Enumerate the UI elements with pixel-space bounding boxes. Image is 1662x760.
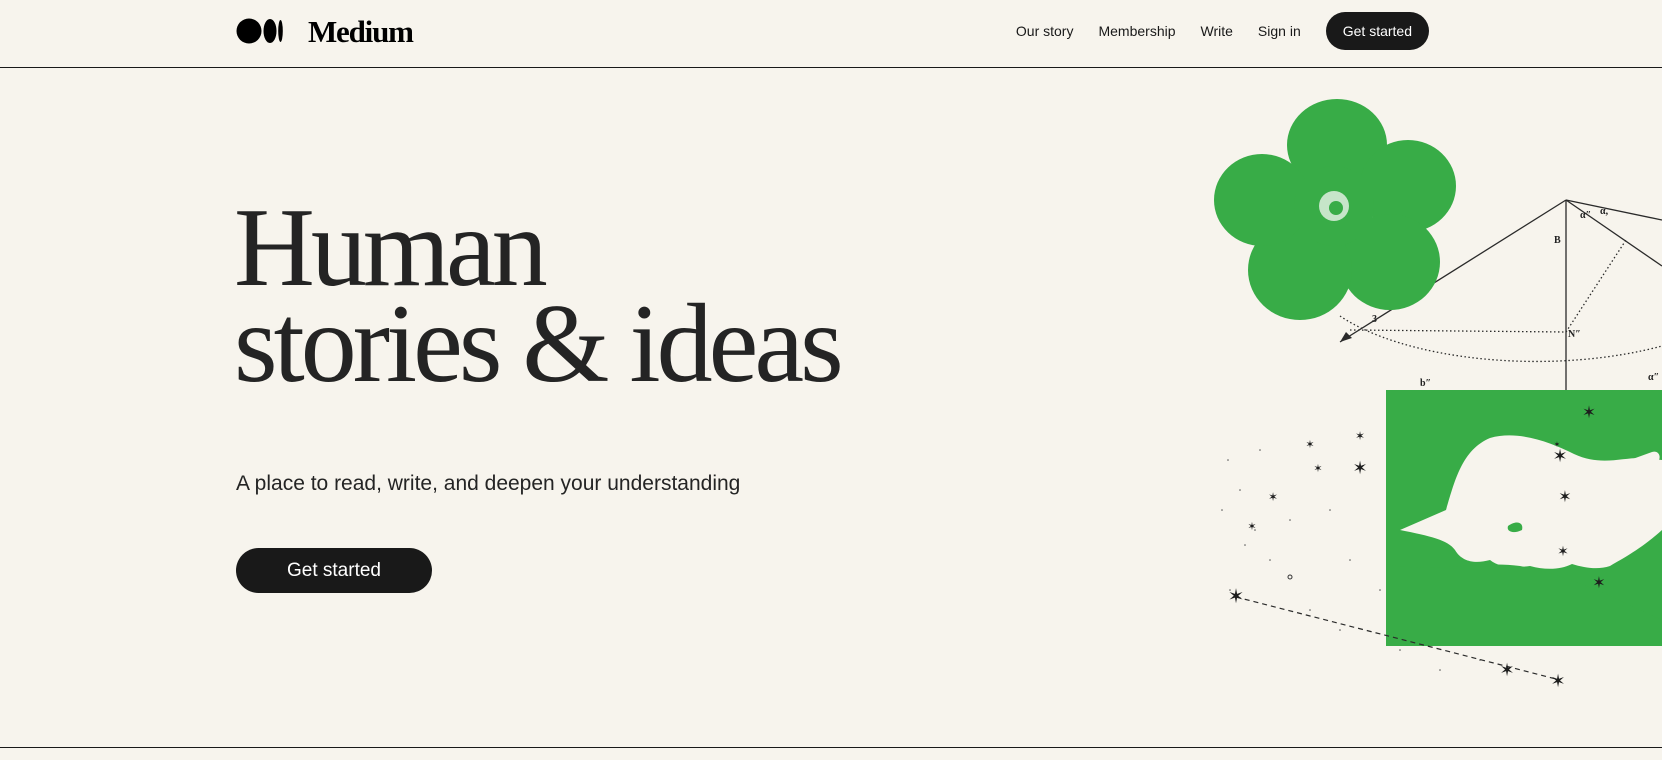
medium-wordmark: Medium: [308, 13, 414, 49]
svg-text:3: 3: [1372, 314, 1377, 325]
svg-text:b″: b″: [1420, 378, 1431, 389]
bottom-divider: [0, 747, 1662, 748]
svg-text:✶: ✶: [1554, 440, 1561, 449]
nav-link-write[interactable]: Write: [1201, 23, 1233, 39]
svg-text:✶: ✶: [1499, 660, 1514, 681]
svg-text:✶: ✶: [1557, 544, 1569, 560]
svg-text:✶: ✶: [1582, 403, 1596, 423]
svg-text:N″: N″: [1568, 329, 1581, 340]
svg-text:✶: ✶: [1550, 671, 1565, 692]
nav-link-our-story[interactable]: Our story: [1016, 23, 1074, 39]
nav-get-started-button[interactable]: Get started: [1325, 12, 1429, 50]
hero-illustration: B N″ E b″ 3 α″ α, α″: [1214, 99, 1662, 692]
svg-text:✶: ✶: [1355, 429, 1365, 443]
small-ring-dot: [1287, 574, 1293, 580]
svg-text:✶: ✶: [1592, 573, 1605, 592]
svg-text:✶: ✶: [1552, 446, 1567, 467]
medium-dots-logo-icon: [236, 18, 283, 44]
nav-link-sign-in[interactable]: Sign in: [1258, 23, 1301, 39]
hero-get-started-button[interactable]: Get started: [236, 548, 432, 593]
svg-text:✶: ✶: [1313, 462, 1322, 475]
svg-text:✶: ✶: [1558, 487, 1571, 506]
medium-logo[interactable]: Medium: [236, 13, 414, 49]
hero-title-line-2: stories & ideas: [234, 282, 844, 406]
main-nav: Our story Membership Write Sign in Get s…: [1016, 12, 1429, 50]
svg-text:α″: α″: [1648, 372, 1659, 383]
top-navigation-bar: Medium Our story Membership Write Sign i…: [0, 0, 1662, 68]
svg-text:✶: ✶: [1305, 438, 1314, 451]
svg-text:α″: α″: [1580, 210, 1591, 221]
nav-link-membership[interactable]: Membership: [1098, 23, 1175, 39]
svg-text:B: B: [1554, 235, 1561, 246]
hero-title: Human stories & ideas: [234, 192, 844, 406]
svg-text:✶: ✶: [1268, 490, 1278, 504]
svg-text:✶: ✶: [1352, 458, 1367, 479]
svg-text:✶: ✶: [1247, 520, 1256, 533]
flower-center-dot: [1329, 201, 1343, 215]
svg-text:α,: α,: [1600, 206, 1609, 217]
svg-text:✶: ✶: [1228, 584, 1245, 608]
hero-subtitle: A place to read, write, and deepen your …: [236, 472, 741, 495]
